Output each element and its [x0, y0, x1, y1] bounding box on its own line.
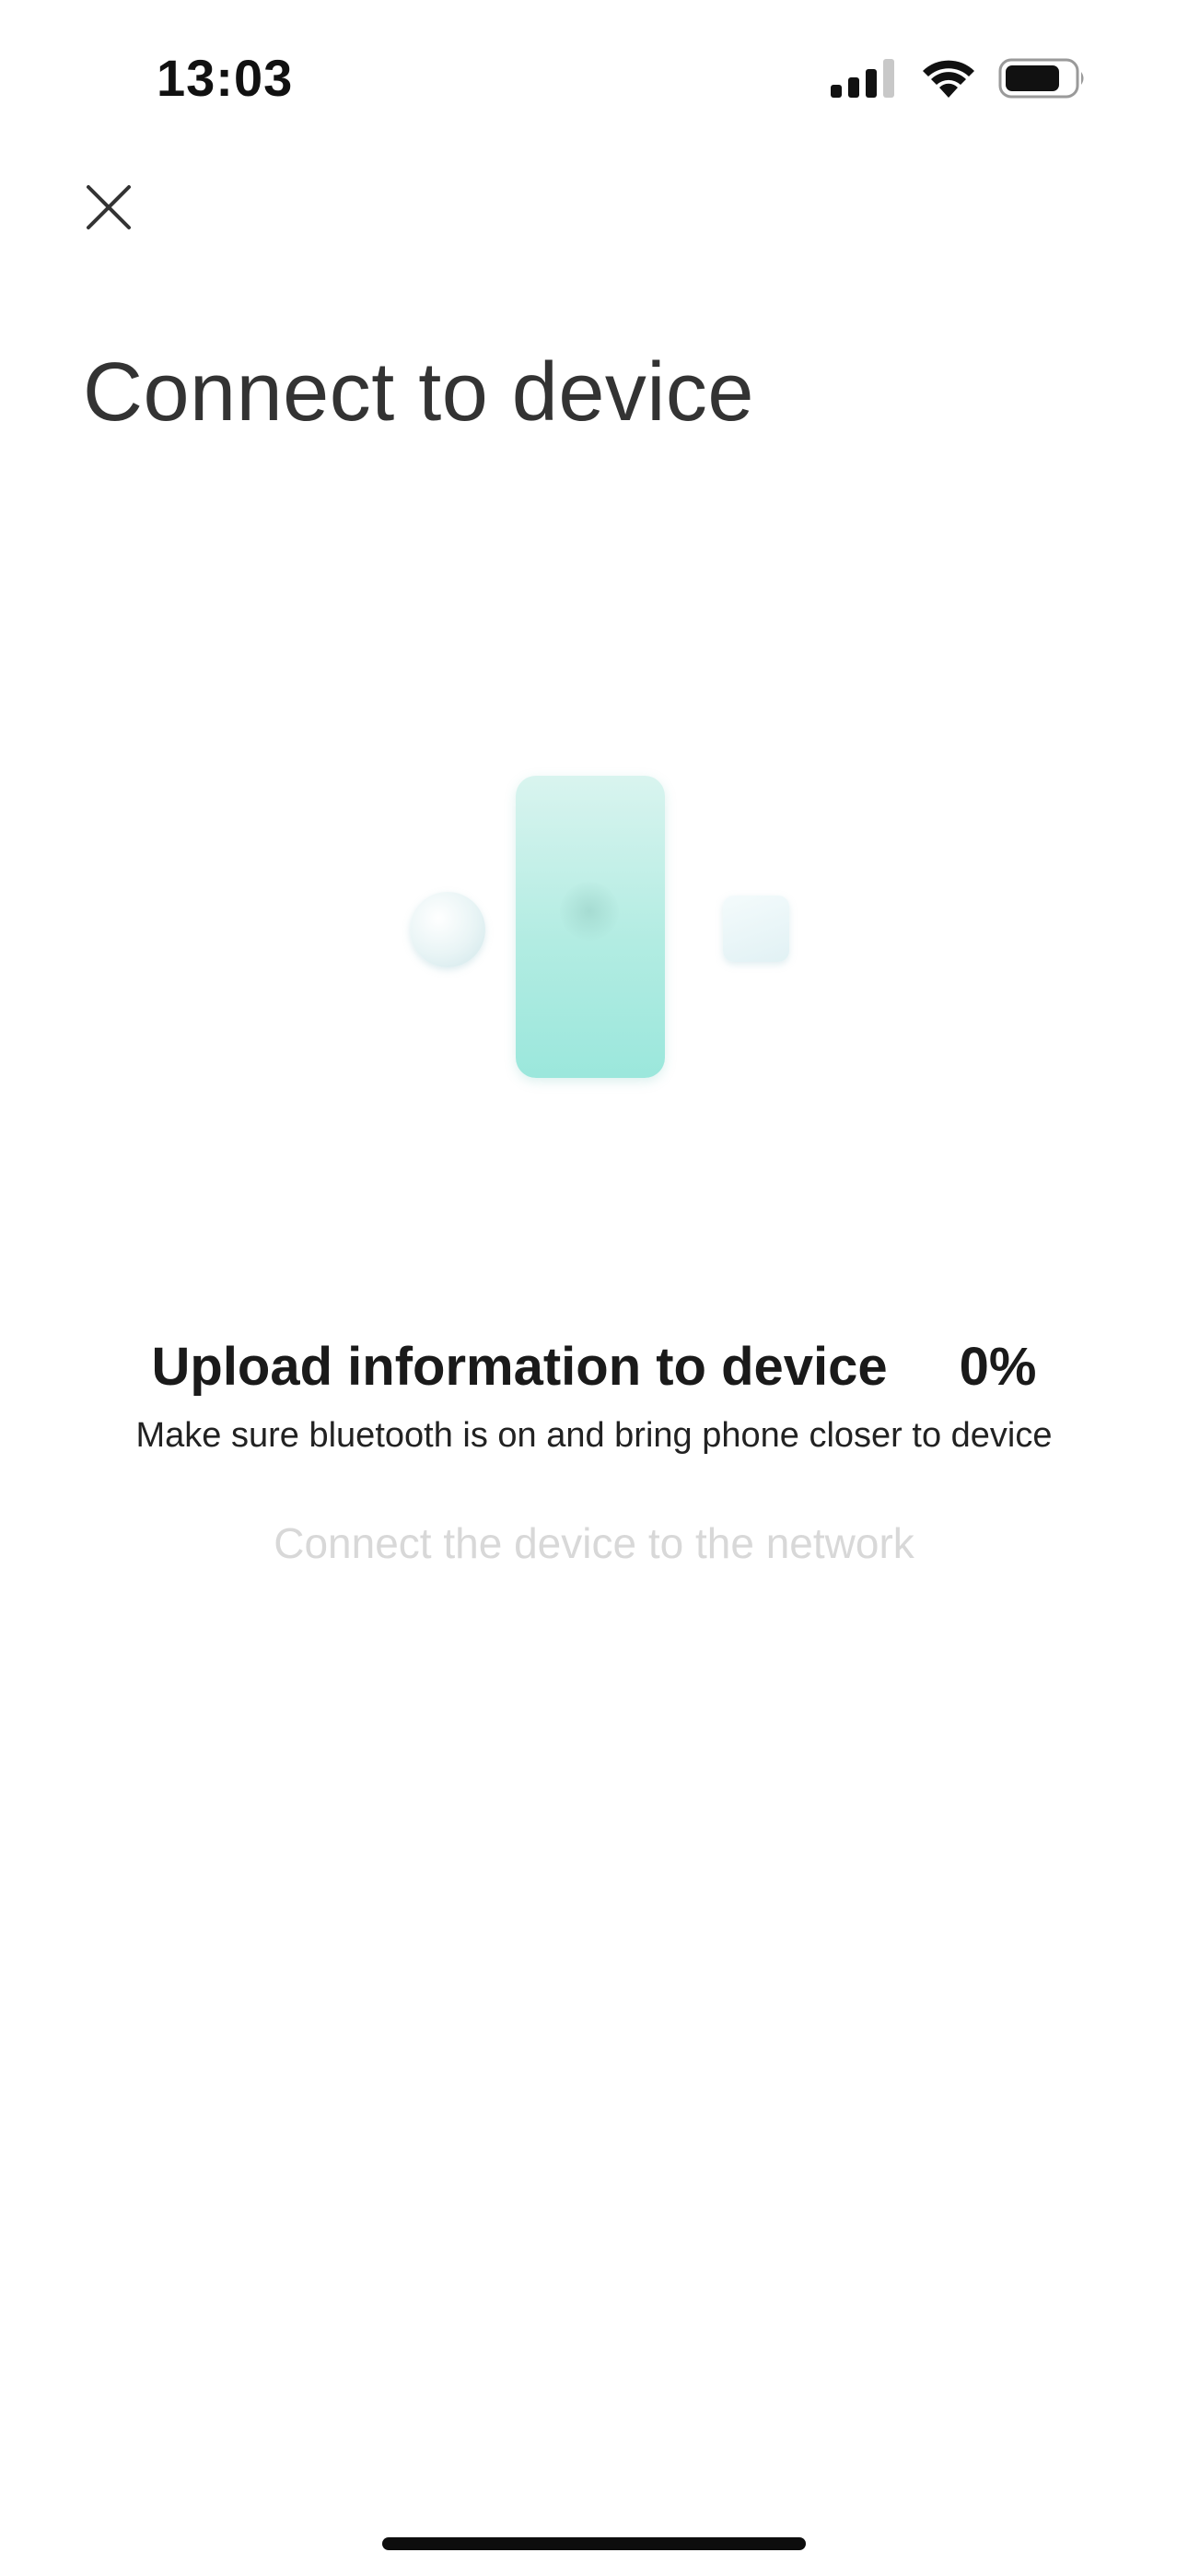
bluetooth-hint: Make sure bluetooth is on and bring phon… — [135, 1416, 1053, 1455]
battery-icon — [998, 58, 1084, 99]
page-title: Connect to device — [83, 346, 754, 439]
pairing-illustration — [396, 765, 810, 1096]
close-button[interactable] — [81, 180, 136, 235]
connect-device-screen: 13:03 Connect to device Upload informati… — [0, 0, 1188, 2576]
next-step-label: Connect the device to the network — [274, 1519, 914, 1567]
illustration-phone — [516, 776, 665, 1078]
status-icons — [831, 55, 1087, 101]
close-icon — [87, 185, 131, 229]
upload-percent: 0% — [959, 1337, 1037, 1397]
status-time: 13:03 — [157, 49, 294, 107]
upload-step-title: Upload information to device — [151, 1337, 888, 1397]
illustration-phone-dot — [560, 882, 619, 941]
cellular-signal-icon — [831, 59, 894, 98]
wifi-icon — [923, 60, 974, 98]
home-indicator[interactable] — [382, 2537, 806, 2550]
upload-progress-row: Upload information to device 0% — [0, 1336, 1188, 1398]
illustration-device — [723, 896, 789, 962]
illustration-orb — [410, 892, 485, 967]
